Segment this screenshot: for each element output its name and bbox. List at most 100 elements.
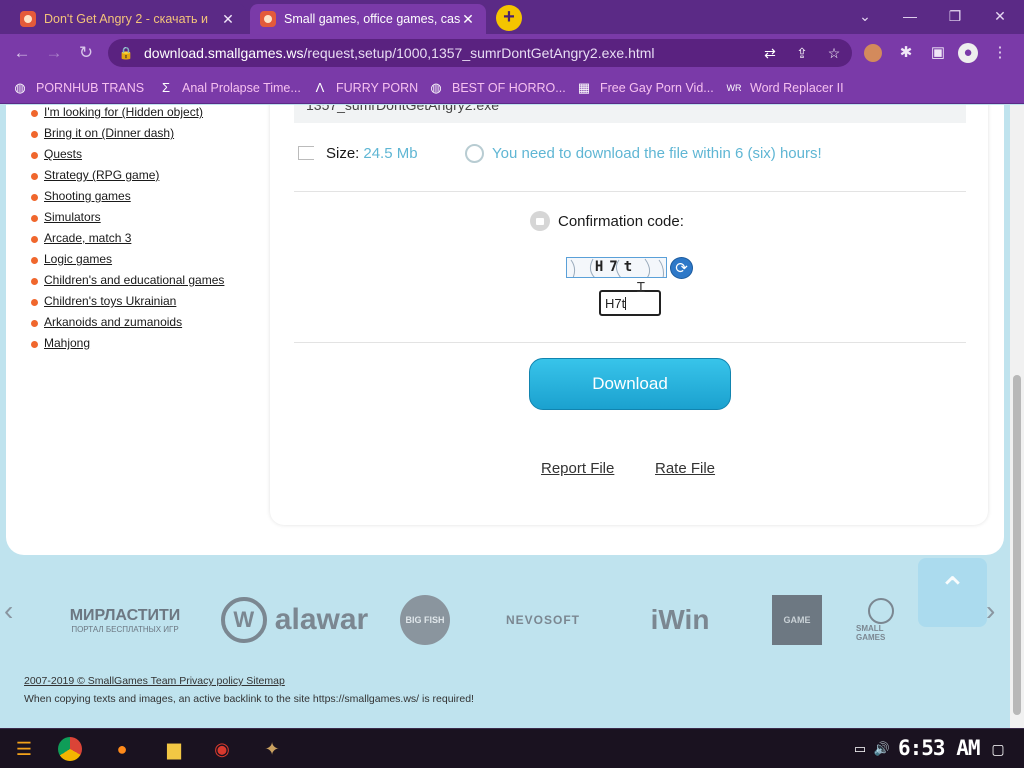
close-window-button[interactable]: ✕ — [980, 6, 1020, 28]
category-link[interactable]: Quests — [30, 147, 260, 168]
extension-avatar-icon[interactable] — [864, 44, 882, 62]
input-value: H7t — [605, 296, 626, 311]
browser-toolbar: ← → ↻ 🔒 download.smallgames.ws/request,s… — [0, 34, 1024, 72]
category-link[interactable]: Arkanoids and zumanoids — [30, 315, 260, 336]
bookmark-label: BEST OF HORRO... — [452, 81, 566, 95]
lock-icon[interactable]: 🔒 — [118, 46, 134, 60]
bookmark-label: Free Gay Porn Vid... — [600, 81, 714, 95]
footer-links[interactable]: 2007-2019 © SmallGames Team Privacy poli… — [24, 675, 285, 687]
tab-search-chevron-icon[interactable]: ⌄ — [845, 6, 885, 28]
category-link[interactable]: Logic games — [30, 252, 260, 273]
page-scrollbar[interactable] — [1010, 105, 1024, 728]
tab-title: Small games, office games, cas — [284, 12, 460, 26]
category-link[interactable]: Arcade, match 3 — [30, 231, 260, 252]
divider — [294, 342, 966, 343]
rate-file-link[interactable]: Rate File — [655, 460, 715, 477]
report-file-link[interactable]: Report File — [541, 460, 614, 477]
smallgames-favicon-icon — [260, 11, 276, 27]
confirmation-code-input[interactable]: H7t — [599, 290, 661, 316]
bookmark-item[interactable]: ◍ PORNHUB TRANS — [12, 79, 144, 97]
bookmark-item[interactable]: ◍ BEST OF HORRO... — [428, 79, 566, 97]
category-link[interactable]: Children's toys Ukrainian — [30, 294, 260, 315]
clock-icon — [465, 143, 484, 163]
minimize-button[interactable]: — — [890, 6, 930, 28]
partner-name: МИРЛАСТИТИ — [69, 606, 181, 624]
start-menu-icon[interactable]: ☰ — [8, 733, 40, 765]
extensions-puzzle-icon[interactable]: ✱ — [896, 43, 916, 63]
lambda-icon: Λ — [315, 80, 325, 95]
bookmark-item[interactable]: Σ Anal Prolapse Time... — [158, 79, 301, 97]
download-panel: 1357_sumrDontGetAngry2.exe Size: 24.5 Mb… — [270, 105, 988, 525]
bookmark-item[interactable]: Λ FURRY PORN — [312, 79, 419, 97]
maximize-button[interactable]: ❐ — [935, 6, 975, 28]
bookmark-star-icon[interactable]: ☆ — [826, 45, 842, 61]
category-link[interactable]: Strategy (RPG game) — [30, 168, 260, 189]
partner-logo[interactable]: SMALL GAMES — [856, 595, 906, 645]
globe-icon: ◍ — [430, 80, 442, 95]
reload-icon[interactable]: ↻ — [74, 42, 98, 64]
bookmark-label: Anal Prolapse Time... — [182, 81, 301, 95]
menu-kebab-icon[interactable]: ⋮ — [990, 43, 1010, 63]
lock-icon — [530, 211, 550, 231]
profile-icon[interactable]: ● — [958, 43, 978, 63]
partner-logo[interactable]: iWin — [632, 595, 728, 645]
partner-logo[interactable]: GAME — [772, 595, 822, 645]
partner-logo[interactable]: NEVOSOFT — [484, 595, 602, 645]
footer-notice: When copying texts and images, an active… — [24, 693, 474, 705]
tab-dont-get-angry[interactable]: Don't Get Angry 2 - скачать и ✕ — [10, 4, 246, 34]
partner-logo[interactable]: BIG FISH — [400, 595, 450, 645]
partner-name: NEVOSOFT — [505, 613, 580, 627]
close-tab-icon[interactable]: ✕ — [460, 11, 476, 28]
carousel-prev-icon[interactable]: ‹ — [4, 595, 13, 627]
notifications-icon[interactable]: ▢ — [982, 733, 1014, 765]
partner-name: SMALL GAMES — [856, 624, 886, 642]
firefox-icon[interactable]: ● — [106, 733, 138, 765]
carousel-next-icon[interactable]: › — [986, 595, 995, 627]
scrollbar-thumb[interactable] — [1013, 375, 1021, 715]
category-link[interactable]: I'm looking for (Hidden object) — [30, 105, 260, 126]
wr-icon: WR — [726, 83, 742, 93]
confirmation-label: Confirmation code: — [558, 212, 684, 230]
globe-icon: ◍ — [14, 80, 26, 95]
sigma-icon: Σ — [161, 80, 171, 95]
category-link[interactable]: Simulators — [30, 210, 260, 231]
text-cursor-icon: Ɪ — [637, 279, 645, 295]
taskbar: ☰ ● ▆ ◉ ✦ ▭ 🔊 6:53 AM ▢ — [0, 728, 1024, 768]
bookmark-item[interactable]: ▦ Free Gay Porn Vid... — [576, 79, 714, 97]
bookmark-label: Word Replacer II — [750, 81, 844, 95]
footer-copyright[interactable]: 2007-2019 © SmallGames Team Privacy poli… — [24, 675, 285, 687]
game-app-icon[interactable]: ◉ — [206, 733, 238, 765]
partner-logo[interactable]: МИРЛАСТИТИ ПОРТАЛ БЕСПЛАТНЫХ ИГР — [60, 595, 190, 645]
taskbar-clock[interactable]: 6:53 AM — [898, 736, 981, 760]
close-tab-icon[interactable]: ✕ — [220, 11, 236, 28]
download-button[interactable]: Download — [529, 358, 731, 410]
scroll-to-top-button[interactable]: ⌃ — [918, 558, 987, 627]
url-text[interactable]: download.smallgames.ws/request,setup/100… — [144, 45, 655, 61]
web-page: I'm looking for (Hidden object) Bring it … — [0, 105, 1010, 728]
category-link[interactable]: Bring it on (Dinner dash) — [30, 126, 260, 147]
volume-icon[interactable]: 🔊 — [866, 733, 898, 765]
category-link[interactable]: Mahjong — [30, 336, 260, 357]
file-explorer-icon[interactable]: ▆ — [158, 733, 190, 765]
partner-logo[interactable]: W alawar — [212, 595, 377, 645]
bookmark-item[interactable]: WR Word Replacer II — [726, 79, 844, 97]
bookmark-label: PORNHUB TRANS — [36, 81, 145, 95]
size-label: Size: — [326, 144, 360, 162]
bookmarks-bar: ◍ PORNHUB TRANS Σ Anal Prolapse Time... ΛF… — [0, 72, 1024, 104]
category-link[interactable]: Shooting games — [30, 189, 260, 210]
translate-icon[interactable]: ⇄ — [762, 45, 778, 61]
address-bar[interactable]: 🔒 download.smallgames.ws/request,setup/1… — [108, 39, 852, 67]
app-icon[interactable]: ✦ — [256, 733, 288, 765]
chrome-icon[interactable] — [58, 737, 82, 761]
confirmation-row: Confirmation code: — [530, 210, 684, 232]
partner-name: iWin — [650, 604, 710, 635]
back-arrow-icon[interactable]: ← — [10, 42, 34, 64]
tab-small-games[interactable]: Small games, office games, cas ✕ — [250, 4, 486, 34]
side-panel-icon[interactable]: ▣ — [928, 43, 948, 63]
refresh-captcha-icon[interactable]: ⟳ — [670, 257, 693, 279]
partner-subtitle: ПОРТАЛ БЕСПЛАТНЫХ ИГР — [71, 624, 179, 634]
new-tab-button[interactable]: + — [496, 5, 522, 31]
forward-arrow-icon[interactable]: → — [42, 42, 66, 64]
category-link[interactable]: Children's and educational games — [30, 273, 260, 294]
share-icon[interactable]: ⇪ — [794, 45, 810, 61]
